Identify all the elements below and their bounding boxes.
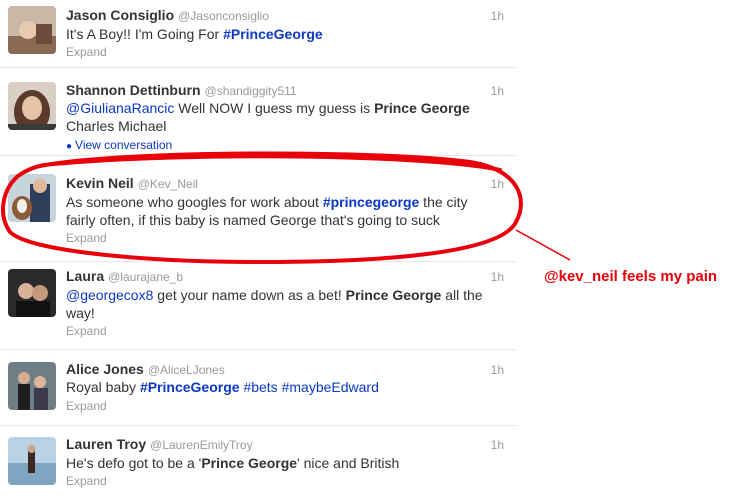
tweet-timestamp[interactable]: 1h (491, 438, 504, 452)
tweet-text: As someone who googles for work about #p… (66, 194, 468, 228)
tweet-author[interactable]: Jason Consiglio @Jasonconsiglio (66, 7, 269, 23)
tweet-text: @GiulianaRancic Well NOW I guess my gues… (66, 100, 470, 134)
hashtag-link[interactable]: #maybeEdward (282, 379, 379, 395)
author-handle[interactable]: @laurajane_b (108, 270, 183, 284)
author-handle[interactable]: @Kev_Neil (138, 177, 198, 191)
tweet-text: Royal baby #PrinceGeorge #bets #maybeEdw… (66, 379, 379, 395)
tweet-author[interactable]: Laura @laurajane_b (66, 268, 183, 284)
tweet-timestamp[interactable]: 1h (491, 9, 504, 23)
tweet-item[interactable]: Lauren Troy @LaurenEmilyTroy 1h He's defo… (0, 426, 516, 502)
author-handle[interactable]: @Jasonconsiglio (178, 9, 269, 23)
view-conversation-link[interactable]: ● View conversation (66, 138, 172, 152)
avatar[interactable] (8, 174, 56, 222)
author-name[interactable]: Shannon Dettinburn (66, 82, 201, 98)
avatar[interactable] (8, 362, 56, 410)
author-name[interactable]: Alice Jones (66, 361, 144, 377)
avatar[interactable] (8, 82, 56, 130)
expand-link[interactable]: Expand (66, 45, 107, 59)
avatar[interactable] (8, 6, 56, 54)
tweet-author[interactable]: Shannon Dettinburn @shandiggity511 (66, 82, 297, 98)
tweet-timestamp[interactable]: 1h (491, 84, 504, 98)
author-handle[interactable]: @LaurenEmilyTroy (150, 438, 252, 452)
annotation-caption: @kev_neil feels my pain (544, 268, 718, 285)
hashtag-link[interactable]: #princegeorge (323, 194, 419, 210)
annotation-pointer-line (515, 229, 571, 261)
tweet-item[interactable]: Laura @laurajane_b 1h @georgecox8 get you… (0, 262, 516, 350)
hashtag-link[interactable]: #PrinceGeorge (223, 26, 323, 42)
tweet-timestamp[interactable]: 1h (491, 270, 504, 284)
hashtag-link[interactable]: #PrinceGeorge (140, 379, 240, 395)
speech-bubble-icon: ● (66, 141, 73, 152)
mention-link[interactable]: @GiulianaRancic (66, 100, 174, 116)
tweet-text: @georgecox8 get your name down as a bet!… (66, 287, 483, 321)
tweet-text: He's defo got to be a 'Prince George' ni… (66, 455, 400, 471)
hashtag-link[interactable]: #bets (243, 379, 277, 395)
avatar[interactable] (8, 437, 56, 485)
expand-link[interactable]: Expand (66, 324, 107, 338)
author-handle[interactable]: @AliceLJones (148, 363, 225, 377)
expand-link[interactable]: Expand (66, 231, 107, 245)
author-handle[interactable]: @shandiggity511 (205, 84, 297, 98)
tweet-timestamp[interactable]: 1h (491, 177, 504, 191)
tweet-item[interactable]: Jason Consiglio @Jasonconsiglio 1h It's A… (0, 0, 516, 68)
tweet-author[interactable]: Alice Jones @AliceLJones (66, 361, 225, 377)
author-name[interactable]: Laura (66, 268, 104, 284)
author-name[interactable]: Kevin Neil (66, 175, 134, 191)
tweet-author[interactable]: Lauren Troy @LaurenEmilyTroy (66, 436, 253, 452)
avatar[interactable] (8, 269, 56, 317)
tweet-item[interactable]: Shannon Dettinburn @shandiggity511 1h @Gi… (0, 68, 516, 156)
tweet-item[interactable]: Kevin Neil @Kev_Neil 1h As someone who go… (0, 156, 516, 262)
expand-link[interactable]: Expand (66, 474, 107, 488)
tweet-item[interactable]: Alice Jones @AliceLJones 1h Royal baby #P… (0, 350, 516, 426)
mention-link[interactable]: @georgecox8 (66, 287, 153, 303)
tweet-timestamp[interactable]: 1h (491, 363, 504, 377)
tweet-text: It's A Boy!! I'm Going For #PrinceGeorge (66, 26, 323, 42)
author-name[interactable]: Lauren Troy (66, 436, 146, 452)
tweet-author[interactable]: Kevin Neil @Kev_Neil (66, 175, 198, 191)
author-name[interactable]: Jason Consiglio (66, 7, 174, 23)
expand-link[interactable]: Expand (66, 399, 107, 413)
